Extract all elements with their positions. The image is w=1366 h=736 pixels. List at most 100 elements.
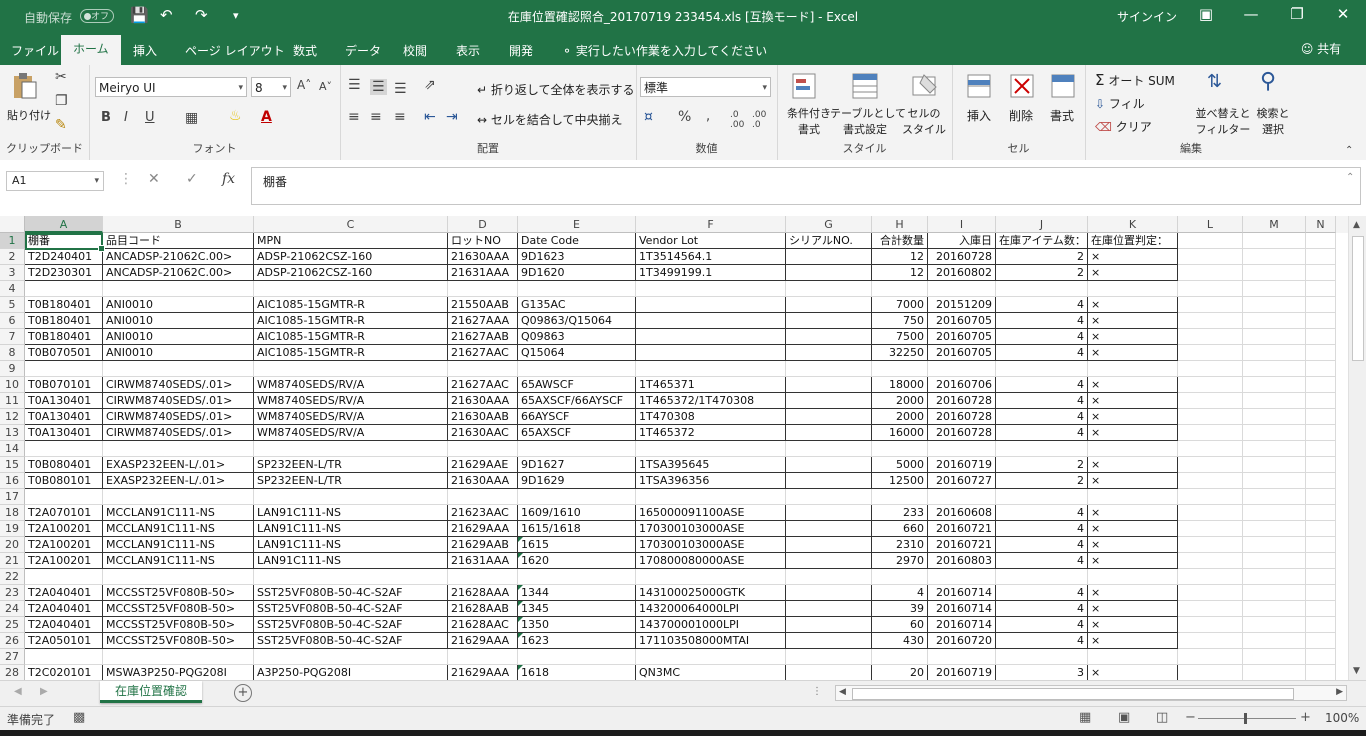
cell-C26[interactable]: SST25VF080B-50-4C-S2AF (254, 633, 448, 649)
cell-B18[interactable]: MCCLAN91C111-NS (103, 505, 254, 521)
cell-B13[interactable]: CIRWM8740SEDS/.01> (103, 425, 254, 441)
cell-I28[interactable]: 20160719 (928, 665, 996, 680)
cell-N4[interactable] (1306, 281, 1336, 297)
cell-H18[interactable]: 233 (872, 505, 928, 521)
cell-C23[interactable]: SST25VF080B-50-4C-S2AF (254, 585, 448, 601)
cell-K13[interactable]: × (1088, 425, 1178, 441)
cell-M23[interactable] (1243, 585, 1306, 601)
cell-B3[interactable]: ANCADSP-21062C.00> (103, 265, 254, 281)
cell-N23[interactable] (1306, 585, 1336, 601)
cell-N15[interactable] (1306, 457, 1336, 473)
close-icon[interactable]: ✕ (1320, 5, 1366, 23)
cell-E26[interactable]: 1623 (518, 633, 636, 649)
fill-button[interactable]: ⇩ フィル (1095, 95, 1145, 112)
cell-L14[interactable] (1178, 441, 1243, 457)
cell-G3[interactable] (786, 265, 872, 281)
cell-N14[interactable] (1306, 441, 1336, 457)
cell-H22[interactable] (872, 569, 928, 585)
cell-D28[interactable]: 21629AAA (448, 665, 518, 680)
cell-L15[interactable] (1178, 457, 1243, 473)
cell-J26[interactable]: 4 (996, 633, 1088, 649)
cell-J20[interactable]: 4 (996, 537, 1088, 553)
cell-D13[interactable]: 21630AAC (448, 425, 518, 441)
cell-H20[interactable]: 2310 (872, 537, 928, 553)
column-header-I[interactable]: I (928, 216, 996, 233)
cell-M2[interactable] (1243, 249, 1306, 265)
cell-G1[interactable]: シリアルNO. (786, 233, 872, 249)
cell-D25[interactable]: 21628AAC (448, 617, 518, 633)
cell-E23[interactable]: 1344 (518, 585, 636, 601)
cell-A17[interactable] (25, 489, 103, 505)
cell-L25[interactable] (1178, 617, 1243, 633)
cell-I4[interactable] (928, 281, 996, 297)
cell-G4[interactable] (786, 281, 872, 297)
cell-A11[interactable]: T0A130401 (25, 393, 103, 409)
minimize-icon[interactable]: — (1228, 5, 1274, 23)
row-header[interactable]: 3 (0, 265, 25, 281)
cell-N12[interactable] (1306, 409, 1336, 425)
cell-H8[interactable]: 32250 (872, 345, 928, 361)
formula-input[interactable]: 棚番 (251, 167, 1361, 205)
cell-L27[interactable] (1178, 649, 1243, 665)
cell-A14[interactable] (25, 441, 103, 457)
cell-A19[interactable]: T2A100201 (25, 521, 103, 537)
cell-F24[interactable]: 143200064000LPI (636, 601, 786, 617)
cell-C12[interactable]: WM8740SEDS/RV/A (254, 409, 448, 425)
merge-center-button[interactable]: ↔ セルを結合して中央揃え (477, 111, 623, 128)
select-all-corner[interactable] (0, 216, 25, 233)
cell-G8[interactable] (786, 345, 872, 361)
cell-L18[interactable] (1178, 505, 1243, 521)
cell-A18[interactable]: T2A070101 (25, 505, 103, 521)
cell-M3[interactable] (1243, 265, 1306, 281)
cell-N27[interactable] (1306, 649, 1336, 665)
tab-insert[interactable]: 挿入 (133, 42, 157, 59)
cell-C1[interactable]: MPN (254, 233, 448, 249)
cell-B25[interactable]: MCCSST25VF080B-50> (103, 617, 254, 633)
cell-G20[interactable] (786, 537, 872, 553)
scroll-left-icon[interactable]: ◀ (839, 687, 846, 697)
cell-F27[interactable] (636, 649, 786, 665)
cell-E6[interactable]: Q09863/Q15064 (518, 313, 636, 329)
cell-A4[interactable] (25, 281, 103, 297)
cancel-icon[interactable]: ✕ (148, 171, 160, 187)
row-header[interactable]: 28 (0, 665, 25, 680)
restore-icon[interactable]: ❐ (1274, 5, 1320, 23)
cell-B23[interactable]: MCCSST25VF080B-50> (103, 585, 254, 601)
cell-H19[interactable]: 660 (872, 521, 928, 537)
cell-K11[interactable]: × (1088, 393, 1178, 409)
cell-I10[interactable]: 20160706 (928, 377, 996, 393)
cell-M5[interactable] (1243, 297, 1306, 313)
cell-J6[interactable]: 4 (996, 313, 1088, 329)
cell-I8[interactable]: 20160705 (928, 345, 996, 361)
column-header-B[interactable]: B (103, 216, 254, 233)
cell-G17[interactable] (786, 489, 872, 505)
cell-G7[interactable] (786, 329, 872, 345)
cell-J23[interactable]: 4 (996, 585, 1088, 601)
column-header-E[interactable]: E (518, 216, 636, 233)
cell-F3[interactable]: 1T3499199.1 (636, 265, 786, 281)
row-header[interactable]: 27 (0, 649, 25, 665)
cell-A28[interactable]: T2C020101 (25, 665, 103, 680)
cell-C21[interactable]: LAN91C111-NS (254, 553, 448, 569)
cell-A6[interactable]: T0B180401 (25, 313, 103, 329)
cell-I20[interactable]: 20160721 (928, 537, 996, 553)
cell-K2[interactable]: × (1088, 249, 1178, 265)
cell-K9[interactable] (1088, 361, 1178, 377)
cell-E15[interactable]: 9D1627 (518, 457, 636, 473)
cell-L2[interactable] (1178, 249, 1243, 265)
cell-L11[interactable] (1178, 393, 1243, 409)
cell-J5[interactable]: 4 (996, 297, 1088, 313)
cell-G12[interactable] (786, 409, 872, 425)
row-header[interactable]: 21 (0, 553, 25, 569)
cell-B15[interactable]: EXASP232EEN-L/.01> (103, 457, 254, 473)
cell-G18[interactable] (786, 505, 872, 521)
cell-H14[interactable] (872, 441, 928, 457)
cell-D7[interactable]: 21627AAB (448, 329, 518, 345)
cell-H21[interactable]: 2970 (872, 553, 928, 569)
cell-C9[interactable] (254, 361, 448, 377)
orientation-icon[interactable]: ⇗ (424, 77, 436, 93)
column-header-D[interactable]: D (448, 216, 518, 233)
cell-K28[interactable]: × (1088, 665, 1178, 680)
currency-icon[interactable]: ¤ (644, 109, 653, 125)
cell-G15[interactable] (786, 457, 872, 473)
